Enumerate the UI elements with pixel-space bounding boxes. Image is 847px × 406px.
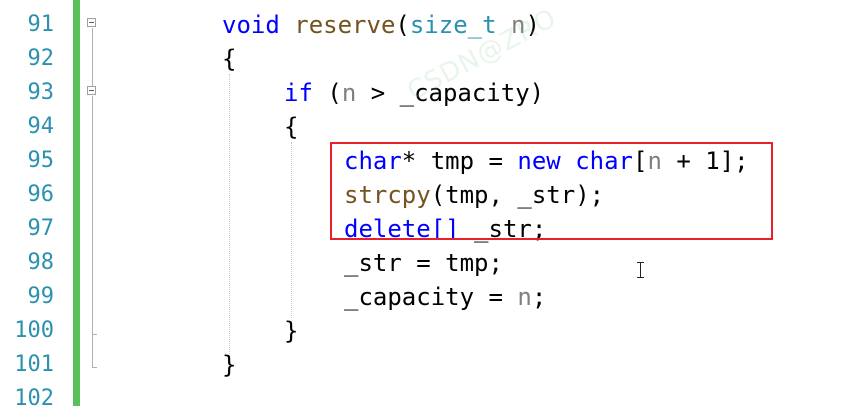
collapse-icon[interactable] — [87, 18, 96, 27]
fold-guide-line — [92, 96, 93, 368]
line-number: 102 — [14, 386, 54, 406]
code-line[interactable]: } — [284, 314, 298, 348]
fold-end-tick — [92, 367, 97, 368]
code-line[interactable]: { — [284, 110, 298, 144]
line-number: 96 — [27, 182, 55, 207]
highlight-box — [330, 142, 773, 240]
line-number: 95 — [27, 148, 55, 173]
line-number: 100 — [14, 318, 54, 343]
indent-guide — [291, 142, 292, 318]
code-editor[interactable]: 91 92 93 94 95 96 97 98 99 100 101 102 void reserve… — [0, 0, 847, 406]
line-number-gutter: 91 92 93 94 95 96 97 98 99 100 101 102 — [0, 0, 58, 406]
line-number: 97 — [27, 216, 55, 241]
code-line[interactable]: _capacity = n; — [344, 280, 546, 314]
code-line[interactable]: { — [222, 42, 236, 76]
line-number: 92 — [27, 46, 55, 71]
line-number: 101 — [14, 352, 54, 377]
code-token: { — [222, 45, 237, 73]
code-token: size_t — [409, 11, 497, 39]
collapse-icon[interactable] — [87, 86, 96, 95]
code-token: { — [284, 113, 299, 141]
line-number: 91 — [27, 12, 55, 37]
indent-guide — [229, 74, 230, 356]
fold-end-tick — [92, 334, 97, 335]
code-token: } — [222, 351, 237, 379]
code-token: if — [284, 79, 313, 107]
line-number: 94 — [27, 114, 55, 139]
fold-guide-line — [92, 28, 93, 86]
code-token: n — [341, 79, 357, 107]
code-token: reserve — [294, 11, 396, 39]
code-token: ( — [312, 79, 342, 107]
line-number: 98 — [27, 250, 55, 275]
code-token: } — [284, 317, 299, 345]
line-number: 99 — [27, 284, 55, 309]
code-line[interactable]: _str = tmp; — [344, 246, 503, 280]
code-token: ; — [531, 283, 547, 311]
code-token: _capacity = — [344, 283, 518, 311]
line-number: 93 — [27, 80, 55, 105]
change-tracking-bar — [73, 0, 80, 406]
code-line[interactable]: } — [222, 348, 236, 382]
code-token: void — [222, 11, 295, 39]
code-token: n — [517, 283, 532, 311]
code-token: ( — [395, 11, 410, 39]
code-token: _str = tmp; — [344, 249, 503, 277]
text-cursor-icon — [636, 262, 645, 278]
